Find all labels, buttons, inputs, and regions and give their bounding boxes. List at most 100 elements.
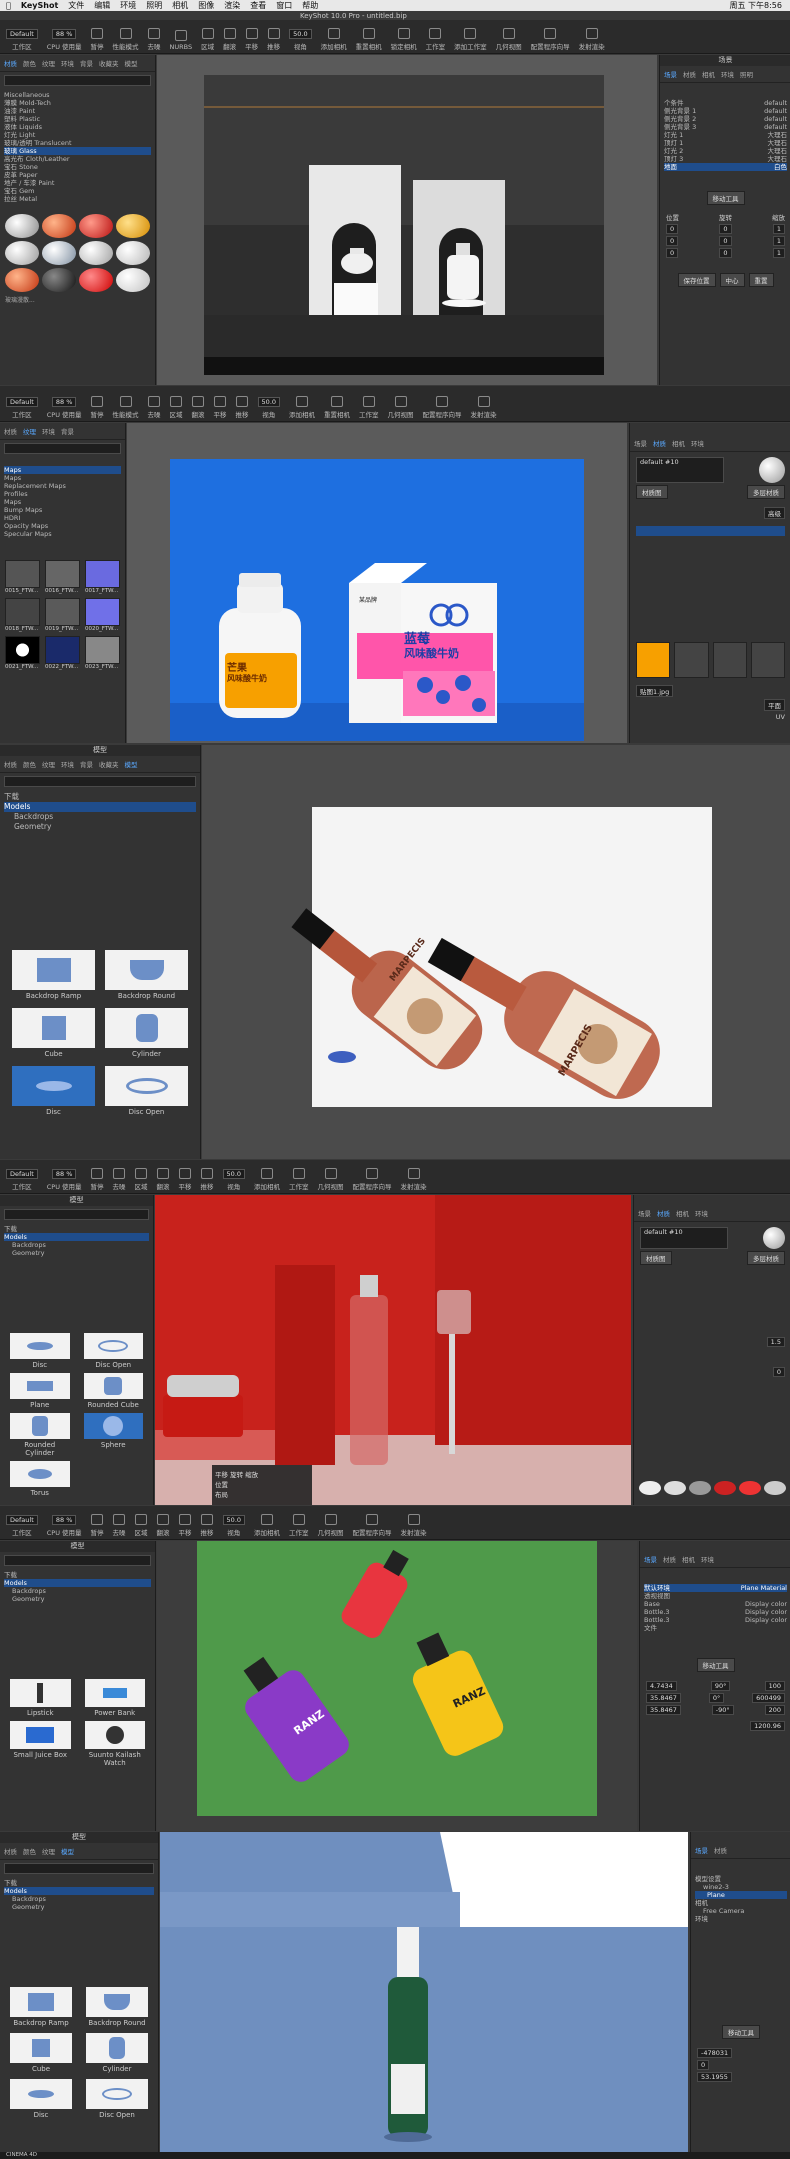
- add-camera-button[interactable]: 添加相机: [321, 28, 347, 51]
- tab-models[interactable]: 模型: [125, 58, 138, 68]
- center-button[interactable]: 中心: [719, 273, 745, 287]
- tab-materials[interactable]: 材质: [4, 426, 17, 436]
- rot-z-field[interactable]: -90°: [711, 1705, 734, 1715]
- workspace-select[interactable]: Default 工作区: [6, 29, 38, 51]
- scene-row-selected[interactable]: 地面 白色: [664, 163, 787, 171]
- pause-button[interactable]: 暂停: [91, 1514, 104, 1537]
- scene-row[interactable]: 透视视图: [644, 1592, 787, 1600]
- tab-material[interactable]: 材质: [653, 438, 666, 448]
- scale-field[interactable]: 1: [772, 248, 785, 258]
- scene-row[interactable]: 侧光背景 2 default: [664, 115, 787, 123]
- move-tool-button[interactable]: 移动工具: [706, 191, 745, 205]
- scale-field[interactable]: 1: [772, 236, 785, 246]
- tree-item[interactable]: Geometry: [4, 1903, 154, 1911]
- pos-z-field[interactable]: 35.8467: [646, 1705, 681, 1715]
- rot-y-field[interactable]: 0°: [708, 1693, 725, 1703]
- pan-button[interactable]: 平移: [245, 28, 258, 51]
- model-thumb[interactable]: Torus: [10, 1461, 70, 1497]
- library-search-input[interactable]: [4, 1209, 149, 1220]
- scene-row[interactable]: Free Camera: [695, 1907, 787, 1915]
- tab-favorites[interactable]: 收藏夹: [99, 759, 119, 769]
- model-thumb[interactable]: Disc Open: [86, 2079, 148, 2119]
- library-search-input[interactable]: [4, 75, 151, 86]
- pos-x-field[interactable]: 4.7434: [646, 1681, 677, 1691]
- dolly-button[interactable]: 推移: [267, 28, 280, 51]
- region-button[interactable]: 区域: [135, 1514, 148, 1537]
- tree-item[interactable]: 灯光 Light: [4, 131, 151, 139]
- tab-scene[interactable]: 场景: [664, 69, 677, 79]
- geometry-view-button[interactable]: 几何视图: [318, 1168, 344, 1191]
- tab-backgrounds[interactable]: 背景: [80, 58, 93, 68]
- tree-item[interactable]: Geometry: [4, 1249, 149, 1257]
- tab-textures[interactable]: 纹理: [42, 58, 55, 68]
- tree-item-selected[interactable]: Models: [4, 1887, 154, 1895]
- tree-item[interactable]: Maps: [4, 474, 121, 482]
- rot-x-field[interactable]: 0: [719, 224, 732, 234]
- dolly-button[interactable]: 推移: [201, 1168, 214, 1191]
- texture-thumb[interactable]: 0016_FTW...: [45, 560, 80, 594]
- configurator-button[interactable]: 配置程序向导: [423, 396, 462, 419]
- texture-slot-image[interactable]: [636, 642, 671, 678]
- denoise-button[interactable]: 去噪: [113, 1514, 126, 1537]
- model-thumb[interactable]: Rounded Cylinder: [10, 1413, 70, 1457]
- mapping-type-select[interactable]: 平面: [764, 699, 785, 711]
- model-thumb-selected[interactable]: Sphere: [83, 1413, 143, 1457]
- geometry-view-button[interactable]: 几何视图: [496, 28, 522, 51]
- material-graph-button[interactable]: 材质图: [640, 1251, 672, 1265]
- render-viewport[interactable]: RANZ RANZ: [157, 1541, 637, 1831]
- tree-item[interactable]: 油漆 Paint: [4, 107, 151, 115]
- scene-row[interactable]: Base Display color: [644, 1600, 787, 1608]
- tree-item-selected[interactable]: Models: [4, 1579, 151, 1587]
- material-swatch[interactable]: [5, 241, 39, 265]
- render-viewport[interactable]: MARPECIS MARPECIS: [202, 745, 790, 1159]
- pause-button[interactable]: 暂停: [91, 396, 104, 419]
- tumble-button[interactable]: 翻滚: [157, 1514, 170, 1537]
- menu-rotate[interactable]: 旋转: [230, 1471, 243, 1479]
- render-button[interactable]: 发射渲染: [401, 1514, 427, 1537]
- configurator-button[interactable]: 配置程序向导: [353, 1514, 392, 1537]
- model-thumb[interactable]: Cylinder: [86, 2033, 148, 2073]
- tree-root[interactable]: 下载: [4, 1879, 154, 1887]
- lock-camera-button[interactable]: 锁定相机: [391, 28, 417, 51]
- tab-environments[interactable]: 环境: [61, 58, 74, 68]
- tab-material[interactable]: 材质: [714, 1845, 727, 1855]
- material-swatch[interactable]: [5, 268, 39, 292]
- material-name-field[interactable]: default #10: [640, 1227, 728, 1249]
- performance-mode-button[interactable]: 性能模式: [113, 396, 139, 419]
- tree-item[interactable]: Geometry: [4, 1595, 151, 1603]
- scene-row[interactable]: wine2-3: [695, 1883, 787, 1891]
- menu-edit[interactable]: 编辑: [94, 0, 110, 11]
- tree-item[interactable]: Specular Maps: [4, 530, 121, 538]
- material-swatch[interactable]: [42, 268, 76, 292]
- reset-camera-button[interactable]: 重置相机: [356, 28, 382, 51]
- model-thumb[interactable]: Disc: [10, 1333, 70, 1369]
- model-thumb[interactable]: Lipstick: [10, 1679, 71, 1717]
- tab-backgrounds[interactable]: 背景: [80, 759, 93, 769]
- tab-camera[interactable]: 相机: [702, 69, 715, 79]
- tree-item[interactable]: 地产 / 车漆 Paint: [4, 179, 151, 187]
- scale-field[interactable]: 1: [772, 224, 785, 234]
- scene-row[interactable]: 个条件 default: [664, 99, 787, 107]
- material-swatch[interactable]: [739, 1481, 761, 1495]
- model-thumb[interactable]: Disc: [10, 2079, 72, 2119]
- pos-y-field[interactable]: 0: [697, 2060, 710, 2070]
- distance-field[interactable]: 1200.96: [750, 1721, 785, 1731]
- denoise-button[interactable]: 去噪: [148, 28, 161, 51]
- tab-material[interactable]: 材质: [663, 1554, 676, 1564]
- model-thumb[interactable]: Suunto Kailash Watch: [84, 1721, 145, 1767]
- cpu-usage[interactable]: 88 % CPU 使用量: [47, 1515, 82, 1537]
- material-swatch[interactable]: [42, 214, 76, 238]
- scene-row[interactable]: 侧光背景 3 default: [664, 123, 787, 131]
- tree-item[interactable]: Bump Maps: [4, 506, 121, 514]
- tree-root[interactable]: 下载: [4, 1225, 149, 1233]
- model-thumb[interactable]: Cylinder: [105, 1008, 188, 1058]
- studio-button[interactable]: 工作室: [359, 396, 379, 419]
- pan-button[interactable]: 平移: [179, 1514, 192, 1537]
- performance-mode-button[interactable]: 性能模式: [113, 28, 139, 51]
- texture-slot[interactable]: [674, 642, 709, 678]
- model-thumb[interactable]: Disc Open: [83, 1333, 143, 1369]
- model-thumb-selected[interactable]: Disc: [12, 1066, 95, 1116]
- texture-thumb[interactable]: 0017_FTW...: [85, 560, 120, 594]
- model-thumb[interactable]: Cube: [12, 1008, 95, 1058]
- material-swatch[interactable]: [79, 241, 113, 265]
